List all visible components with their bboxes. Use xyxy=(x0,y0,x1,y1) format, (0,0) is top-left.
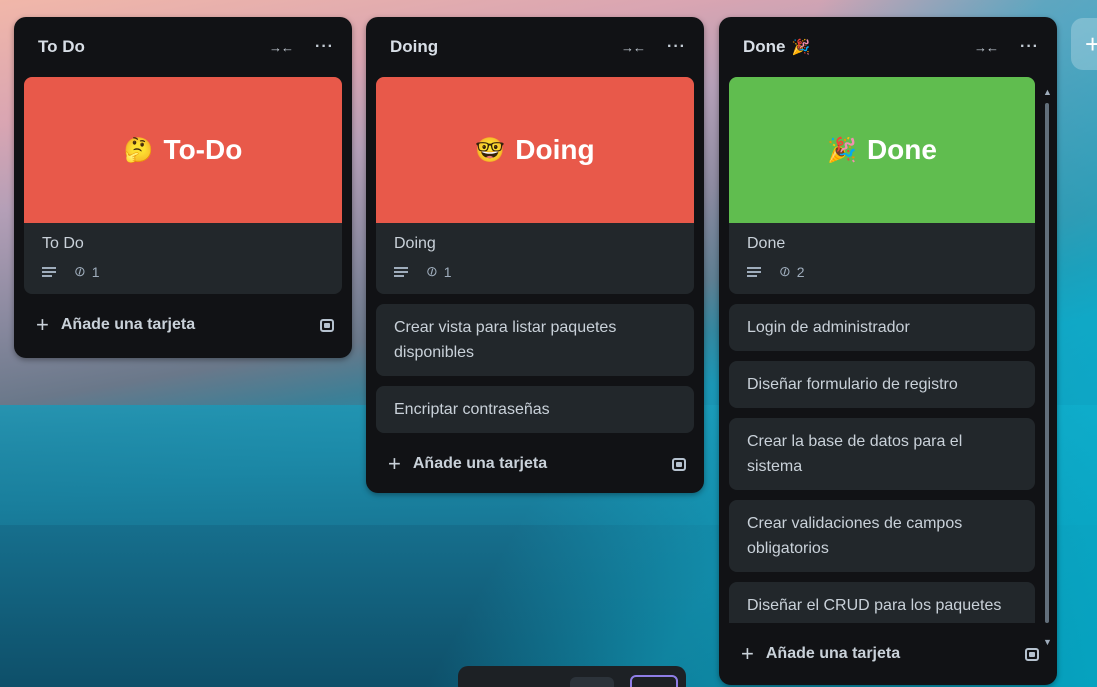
plus-icon: + xyxy=(388,451,401,476)
description-badge xyxy=(747,266,761,277)
add-card-label: Añade una tarjeta xyxy=(60,316,196,333)
attachment-badge: ⊘ 1 xyxy=(70,261,100,281)
add-list-button[interactable]: + xyxy=(1071,18,1097,70)
card-cover: 🤔 To-Do xyxy=(24,77,342,223)
card-body: Doing ⊘ 1 xyxy=(376,223,694,294)
attachment-badge: ⊘ 2 xyxy=(775,261,805,281)
list-actions: →← ··· xyxy=(974,38,1039,56)
description-badge xyxy=(394,266,408,277)
card-badges: ⊘ 1 xyxy=(394,261,676,281)
scroll-down-icon[interactable]: ▼ xyxy=(1043,637,1052,647)
cover-text: To-Do xyxy=(163,134,243,165)
add-card-row: + Añade una tarjeta xyxy=(14,294,352,356)
create-from-template-icon[interactable] xyxy=(1025,647,1039,661)
list-scrollbar[interactable]: ▲ ▼ xyxy=(1043,87,1052,647)
add-card-label: Añade una tarjeta xyxy=(412,455,548,472)
paperclip-icon: ⊘ xyxy=(775,261,794,281)
list-done: Done 🎉 →← ··· 🎉 Done Done ⊘ 2 Login de a… xyxy=(719,17,1057,685)
attachment-count: 1 xyxy=(91,263,100,280)
card-title: Done xyxy=(747,235,786,252)
nerd-face-icon: 🤓 xyxy=(475,136,506,164)
paperclip-icon: ⊘ xyxy=(70,261,89,281)
list-header: Done 🎉 →← ··· xyxy=(719,17,1057,77)
attachment-badge: ⊘ 1 xyxy=(422,261,452,281)
cover-card[interactable]: 🎉 Done Done ⊘ 2 xyxy=(729,77,1035,294)
toolbar-button-active[interactable] xyxy=(630,675,678,687)
card-body: Done ⊘ 2 xyxy=(729,223,1035,294)
card[interactable]: Encriptar contraseñas xyxy=(376,386,694,433)
collapse-icon[interactable]: →← xyxy=(974,40,999,55)
cover-card[interactable]: 🤓 Doing Doing ⊘ 1 xyxy=(376,77,694,294)
create-from-template-icon[interactable] xyxy=(672,457,686,471)
add-card-label: Añade una tarjeta xyxy=(765,645,901,662)
cover-text: Doing xyxy=(515,134,595,165)
more-icon[interactable]: ··· xyxy=(1020,38,1039,56)
list-title[interactable]: To Do xyxy=(38,37,85,57)
add-card-row: + Añade una tarjeta xyxy=(366,433,704,495)
cover-card[interactable]: 🤔 To-Do To Do ⊘ 1 xyxy=(24,77,342,294)
thinking-face-icon: 🤔 xyxy=(123,136,154,164)
cover-text: Done xyxy=(866,134,937,165)
card-body: To Do ⊘ 1 xyxy=(24,223,342,294)
card-cover: 🤓 Doing xyxy=(376,77,694,223)
list-doing: Doing →← ··· 🤓 Doing Doing ⊘ 1 Crear vis… xyxy=(366,17,704,493)
plus-icon: + xyxy=(1085,28,1097,59)
list-title[interactable]: Doing xyxy=(390,37,438,57)
list-title-text: To Do xyxy=(38,37,85,56)
list-title[interactable]: Done 🎉 xyxy=(743,37,810,57)
cards-scroll-area[interactable]: 🎉 Done Done ⊘ 2 Login de administrador D… xyxy=(719,77,1057,623)
attachment-count: 1 xyxy=(443,263,452,280)
card-cover: 🎉 Done xyxy=(729,77,1035,223)
party-popper-icon: 🎉 xyxy=(827,136,857,164)
party-popper-icon: 🎉 xyxy=(791,39,811,56)
description-badge xyxy=(42,266,56,277)
bottom-toolbar xyxy=(458,666,686,687)
list-actions: →← ··· xyxy=(269,38,334,56)
plus-icon: + xyxy=(36,312,49,337)
add-card-row: + Añade una tarjeta xyxy=(719,623,1057,685)
list-title-text: Doing xyxy=(390,37,439,56)
description-icon xyxy=(394,266,408,277)
collapse-icon[interactable]: →← xyxy=(269,40,294,55)
card[interactable]: Crear la base de datos para el sistema xyxy=(729,418,1035,490)
description-icon xyxy=(747,266,761,277)
list-todo: To Do →← ··· 🤔 To-Do To Do ⊘ 1 + Añade u… xyxy=(14,17,352,358)
add-card-button[interactable]: + Añade una tarjeta xyxy=(388,451,547,477)
add-card-button[interactable]: + Añade una tarjeta xyxy=(36,312,195,338)
more-icon[interactable]: ··· xyxy=(315,38,334,56)
collapse-icon[interactable]: →← xyxy=(621,40,646,55)
card[interactable]: Diseñar formulario de registro xyxy=(729,361,1035,408)
card[interactable]: Crear vista para listar paquetes disponi… xyxy=(376,304,694,376)
scrollbar-thumb[interactable] xyxy=(1045,103,1049,623)
more-icon[interactable]: ··· xyxy=(667,38,686,56)
card-title: To Do xyxy=(42,235,84,252)
plus-icon: + xyxy=(741,641,754,666)
attachment-count: 2 xyxy=(796,263,805,280)
list-header: Doing →← ··· xyxy=(366,17,704,77)
card[interactable]: Crear validaciones de campos obligatorio… xyxy=(729,500,1035,572)
card[interactable]: Login de administrador xyxy=(729,304,1035,351)
card-title: Doing xyxy=(394,235,436,252)
create-from-template-icon[interactable] xyxy=(320,318,334,332)
scroll-up-icon[interactable]: ▲ xyxy=(1043,87,1052,97)
card-badges: ⊘ 2 xyxy=(747,261,1017,281)
list-title-text: Done xyxy=(743,37,786,56)
card[interactable]: Diseñar el CRUD para los paquetes turíst… xyxy=(729,582,1035,623)
list-header: To Do →← ··· xyxy=(14,17,352,77)
list-actions: →← ··· xyxy=(621,38,686,56)
toolbar-button[interactable] xyxy=(570,677,614,687)
card-badges: ⊘ 1 xyxy=(42,261,324,281)
add-card-button[interactable]: + Añade una tarjeta xyxy=(741,641,900,667)
description-icon xyxy=(42,266,56,277)
paperclip-icon: ⊘ xyxy=(422,261,441,281)
